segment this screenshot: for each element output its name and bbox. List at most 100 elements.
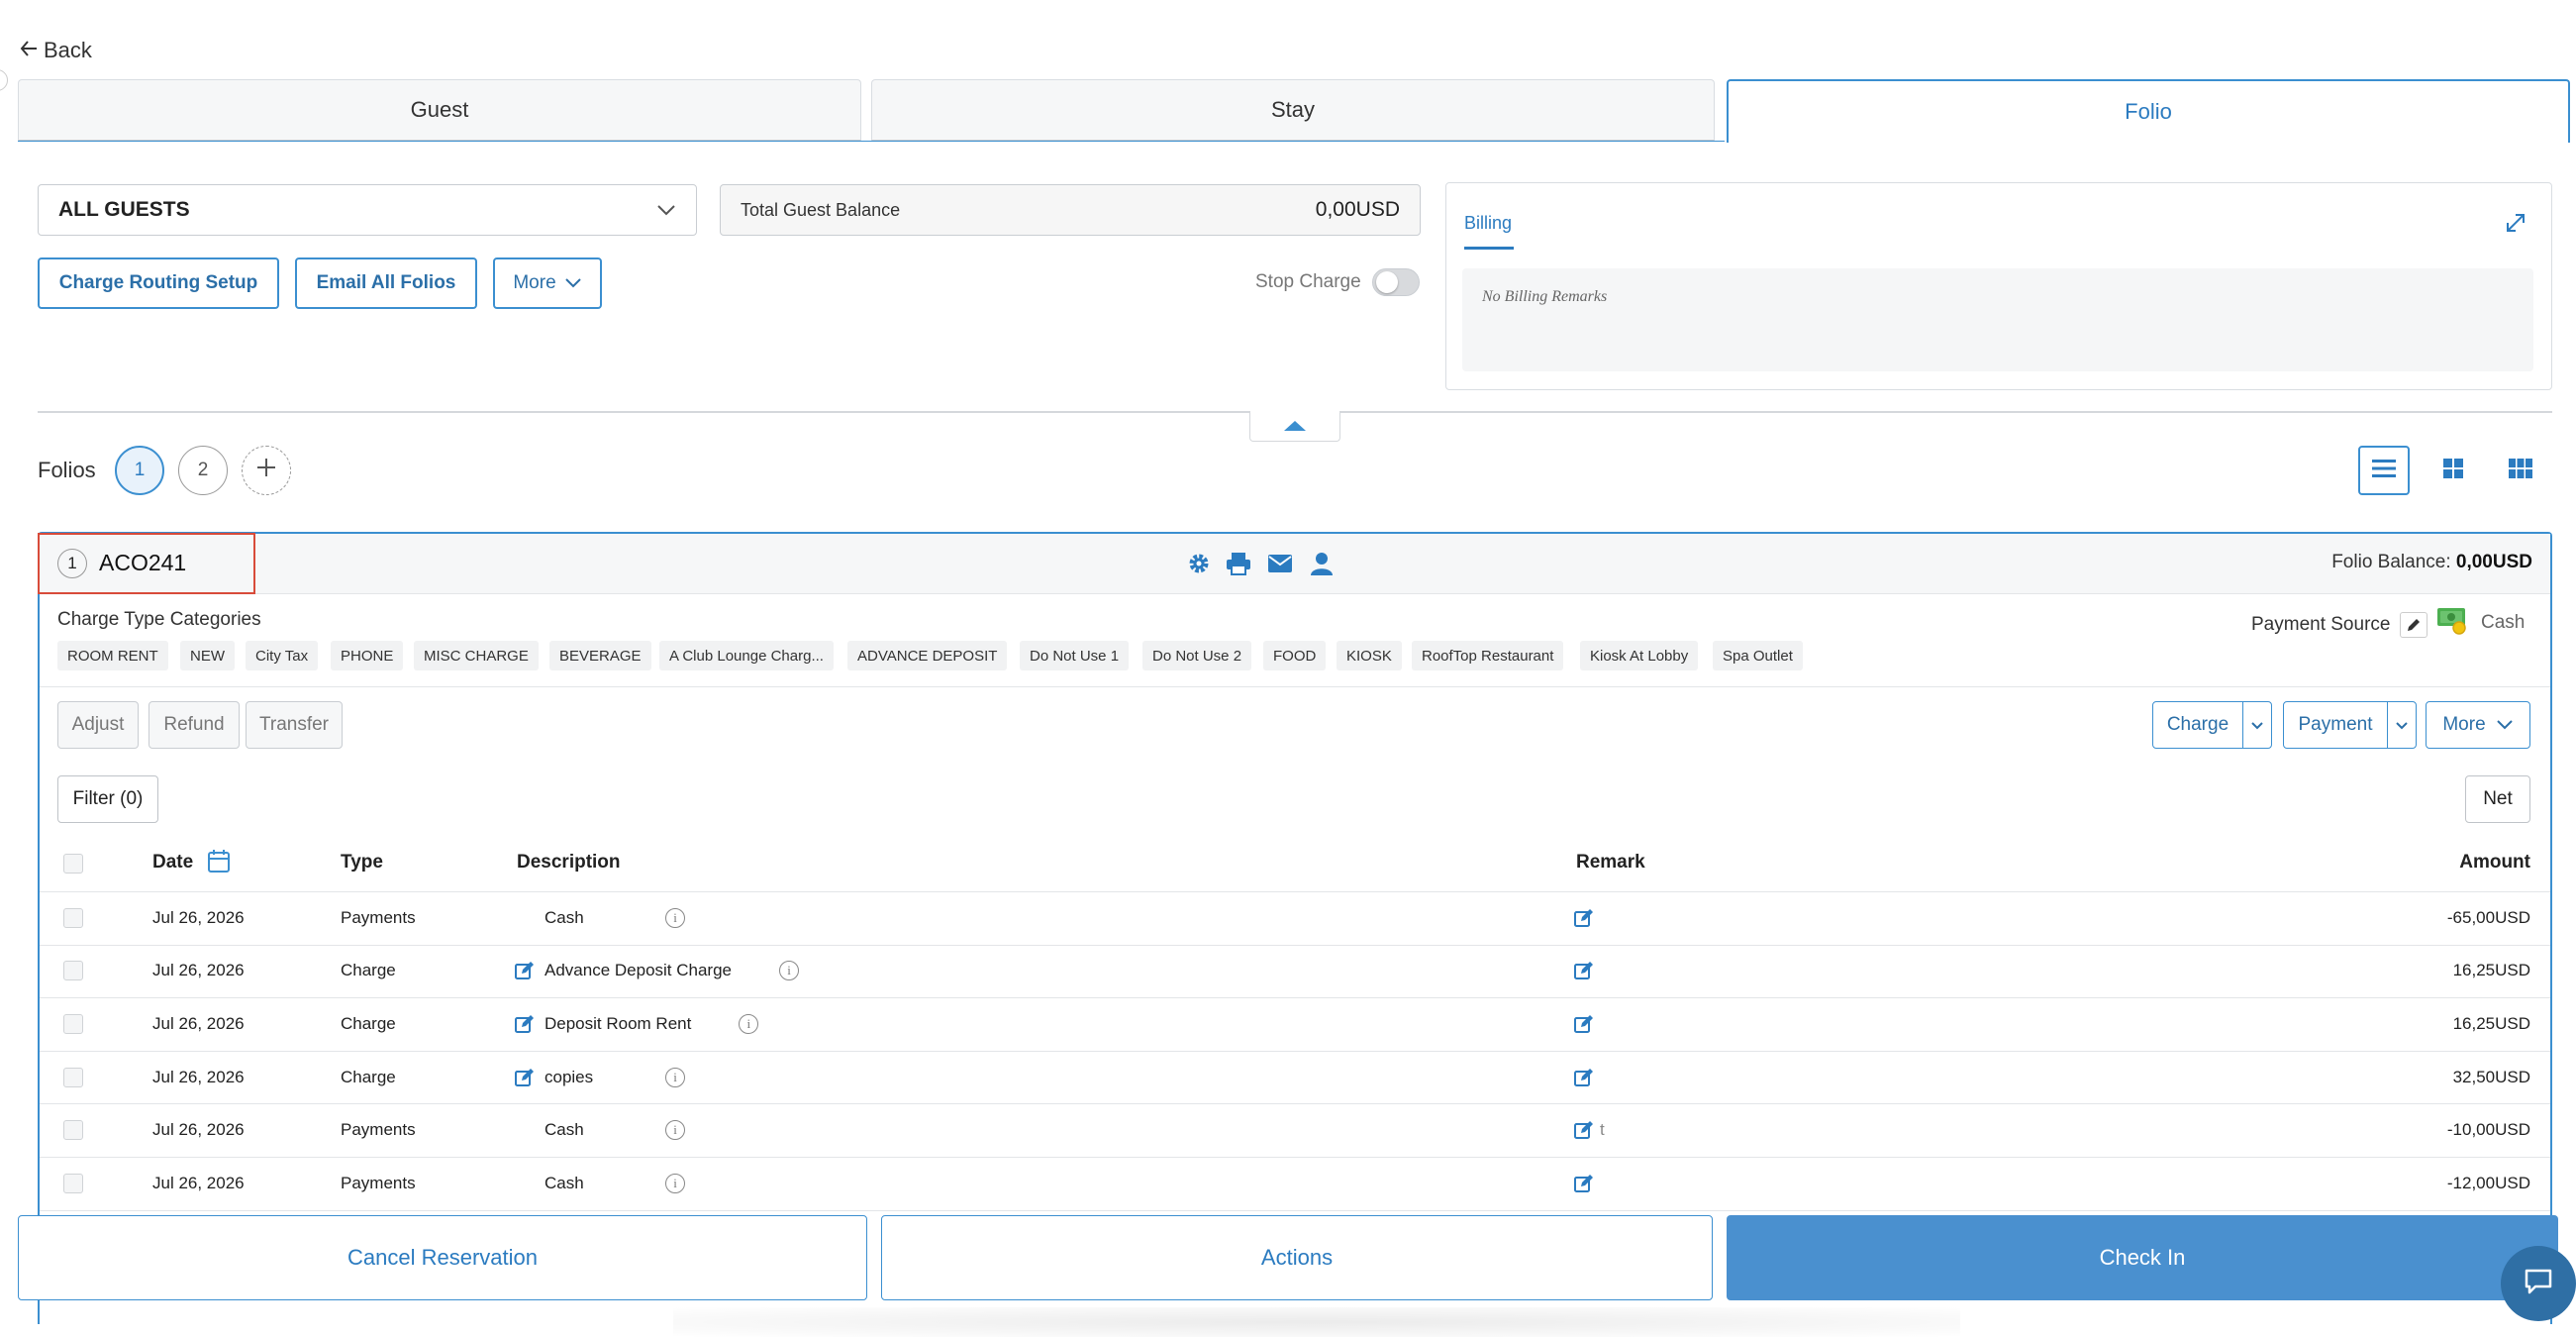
tab-stay[interactable]: Stay [871, 79, 1715, 141]
payment-dropdown-toggle[interactable] [2387, 701, 2417, 749]
actions-label: Actions [1260, 1245, 1334, 1270]
email-all-label: Email All Folios [316, 272, 456, 293]
folio-number: 1 [57, 549, 87, 578]
list-view-button[interactable] [2358, 446, 2410, 495]
column-header-amount: Amount [2459, 852, 2530, 873]
category-chip[interactable]: Do Not Use 1 [1020, 641, 1130, 670]
tab-guest[interactable]: Guest [18, 79, 861, 141]
adjust-button[interactable]: Adjust [57, 701, 139, 749]
column-header-date[interactable]: Date [152, 852, 193, 874]
adjust-label: Adjust [71, 714, 125, 735]
chevron-down-icon [656, 198, 676, 222]
edit-description-icon[interactable] [515, 1014, 535, 1039]
actions-button[interactable]: Actions [881, 1215, 1713, 1300]
category-chip[interactable]: Do Not Use 2 [1142, 641, 1252, 670]
category-chip[interactable]: Kiosk At Lobby [1580, 641, 1699, 670]
edit-remark-icon[interactable] [1574, 1174, 1594, 1198]
refund-label: Refund [163, 714, 225, 735]
category-chip-label: FOOD [1273, 647, 1317, 665]
edit-remark-icon[interactable] [1574, 908, 1594, 933]
edit-remark-icon[interactable] [1574, 1120, 1594, 1145]
category-chip[interactable]: NEW [180, 641, 235, 670]
stop-charge-toggle[interactable] [1372, 268, 1420, 296]
row-checkbox[interactable] [63, 907, 83, 928]
info-icon[interactable]: i [665, 907, 685, 928]
folio-tab-1[interactable]: 1 [115, 446, 164, 495]
add-folio-button[interactable] [242, 446, 291, 495]
guest-select[interactable]: ALL GUESTS [38, 184, 697, 236]
column-header-type: Type [341, 852, 383, 873]
info-icon[interactable]: i [665, 1067, 685, 1087]
row-description: Cash [545, 1120, 584, 1140]
gear-icon[interactable] [1184, 548, 1214, 579]
row-checkbox[interactable] [63, 1120, 83, 1141]
user-icon[interactable] [1307, 548, 1337, 579]
more-dropdown-button[interactable]: More [493, 257, 602, 309]
row-checkbox[interactable] [63, 961, 83, 981]
category-chip[interactable]: KIOSK [1337, 641, 1402, 670]
folio-tab-2[interactable]: 2 [178, 446, 228, 495]
category-chip[interactable]: MISC CHARGE [414, 641, 539, 670]
calendar-icon[interactable] [208, 850, 230, 878]
folio-card-header [40, 534, 2550, 594]
billing-tab[interactable]: Billing [1464, 213, 1512, 234]
refund-button[interactable]: Refund [149, 701, 240, 749]
category-chip[interactable]: RoofTop Restaurant [1412, 641, 1564, 670]
caret-up-icon [1284, 421, 1306, 431]
pencil-icon[interactable] [2400, 612, 2428, 638]
balance-label: Total Guest Balance [741, 199, 901, 220]
row-date: Jul 26, 2026 [152, 1014, 245, 1033]
folio-name[interactable]: ACO241 [99, 550, 186, 576]
row-description: copies [545, 1067, 594, 1086]
edit-description-icon[interactable] [515, 1068, 535, 1092]
edit-remark-icon[interactable] [1574, 1014, 1594, 1039]
category-chip[interactable]: ROOM RENT [57, 641, 168, 670]
edit-remark-icon[interactable] [1574, 961, 1594, 985]
filter-button[interactable]: Filter (0) [57, 775, 158, 823]
compact-grid-view-button[interactable] [2495, 446, 2546, 495]
category-chip[interactable]: ADVANCE DEPOSIT [847, 641, 1008, 670]
payment-button[interactable]: Payment [2283, 701, 2388, 749]
select-all-checkbox[interactable] [63, 854, 83, 874]
row-amount: -12,00USD [2446, 1173, 2530, 1192]
collapse-button[interactable] [1249, 411, 1340, 442]
row-checkbox[interactable] [63, 1014, 83, 1034]
tab-folio[interactable]: Folio [1727, 79, 2570, 143]
category-chip[interactable]: PHONE [331, 641, 404, 670]
transfer-button[interactable]: Transfer [246, 701, 343, 749]
category-chip[interactable]: City Tax [246, 641, 319, 670]
charge-dropdown-toggle[interactable] [2242, 701, 2272, 749]
tab-stay-label: Stay [1270, 97, 1316, 122]
row-type: Charge [341, 1014, 396, 1033]
row-amount: 32,50USD [2452, 1067, 2530, 1086]
row-divider [40, 997, 2550, 999]
email-all-folios-button[interactable]: Email All Folios [295, 257, 477, 309]
row-remark: t [1600, 1120, 1605, 1140]
net-toggle-button[interactable]: Net [2465, 775, 2530, 823]
category-chip[interactable]: Spa Outlet [1713, 641, 1803, 670]
email-icon[interactable] [1265, 548, 1295, 579]
row-checkbox[interactable] [63, 1173, 83, 1193]
more-actions-button[interactable]: More [2426, 701, 2530, 749]
row-description: Deposit Room Rent [545, 1014, 692, 1033]
grid-view-button[interactable] [2427, 446, 2479, 495]
print-icon[interactable] [1224, 548, 1253, 579]
cancel-reservation-button[interactable]: Cancel Reservation [18, 1215, 867, 1300]
edit-description-icon[interactable] [515, 961, 535, 985]
category-chip-label: RoofTop Restaurant [1422, 647, 1554, 665]
expand-icon[interactable] [2504, 211, 2527, 242]
payment-source-label: Payment Source [2251, 614, 2391, 635]
chat-launcher[interactable] [2501, 1246, 2576, 1321]
category-chip-label: Spa Outlet [1723, 647, 1793, 665]
edit-remark-icon[interactable] [1574, 1068, 1594, 1092]
category-chip[interactable]: BEVERAGE [549, 641, 651, 670]
category-chip[interactable]: A Club Lounge Charg... [659, 641, 834, 670]
category-chip[interactable]: FOOD [1263, 641, 1327, 670]
check-in-button[interactable]: Check In [1727, 1215, 2558, 1300]
info-icon[interactable]: i [665, 1173, 685, 1193]
charge-routing-setup-button[interactable]: Charge Routing Setup [38, 257, 279, 309]
charge-button[interactable]: Charge [2152, 701, 2243, 749]
back-link[interactable]: Back [20, 38, 92, 63]
row-checkbox[interactable] [63, 1067, 83, 1087]
back-label: Back [44, 38, 92, 62]
